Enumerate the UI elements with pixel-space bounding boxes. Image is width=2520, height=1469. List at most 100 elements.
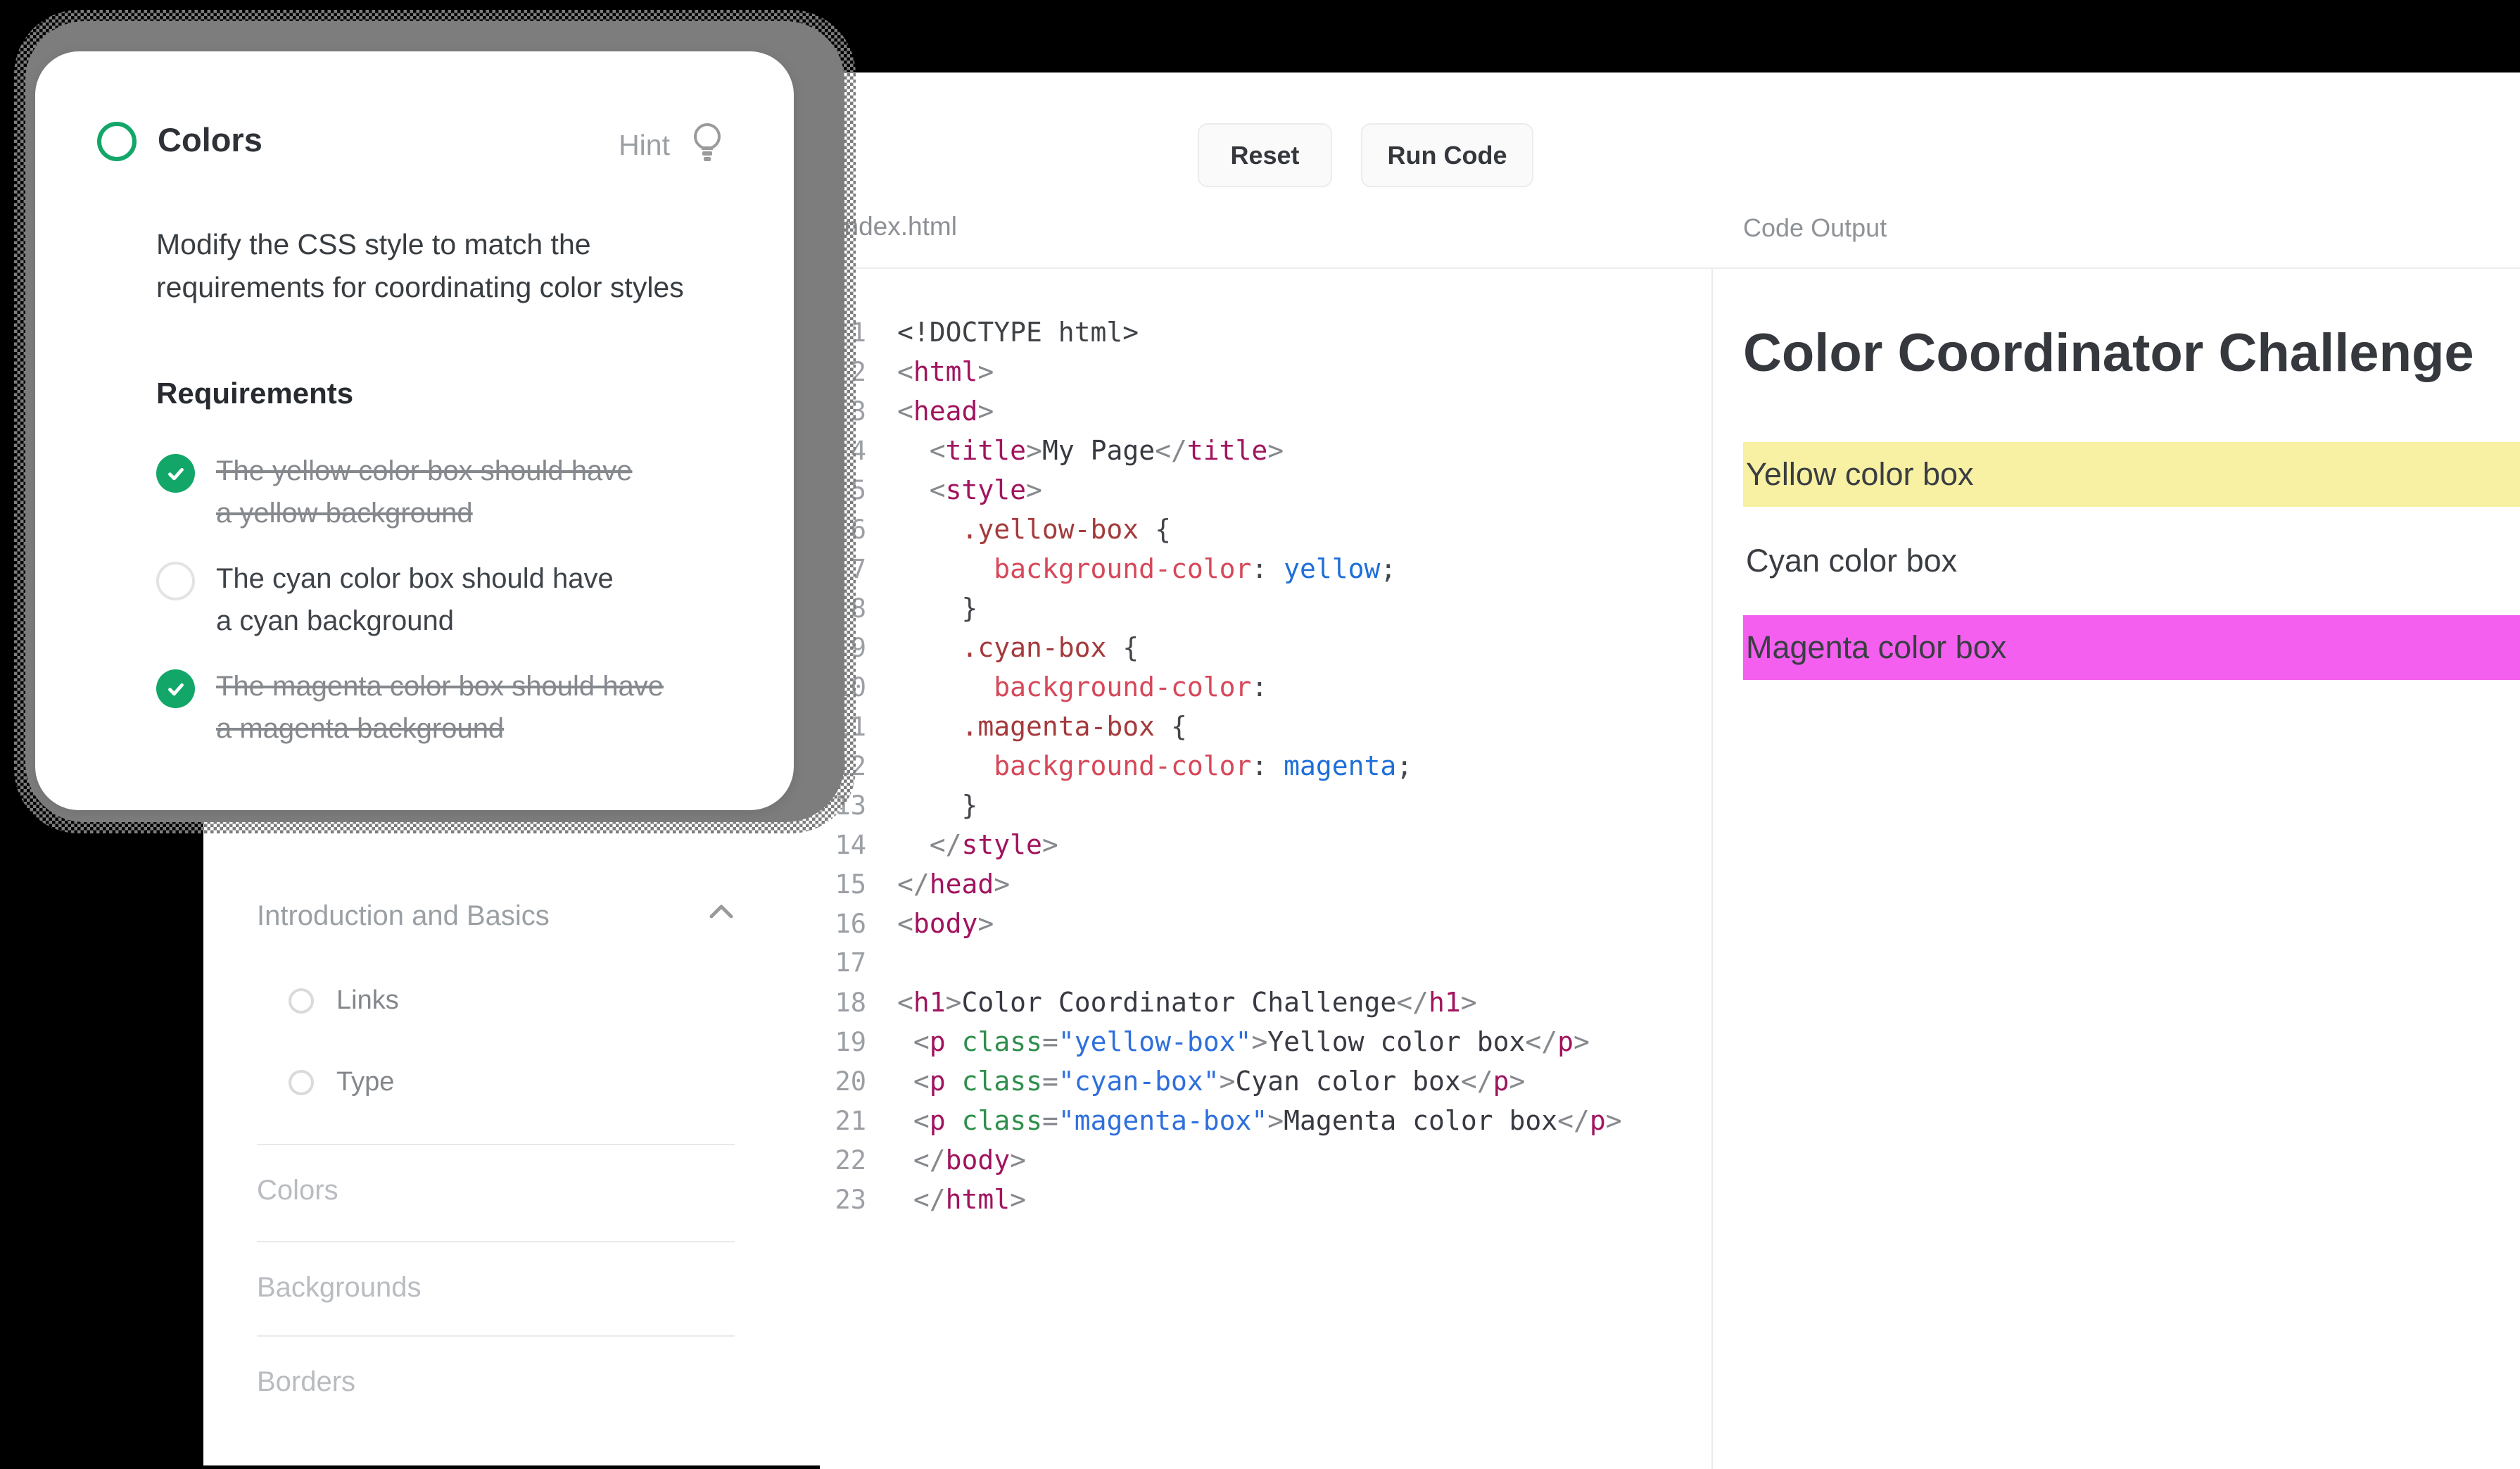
code-token: html xyxy=(913,356,978,387)
code-token: ; xyxy=(1380,553,1396,584)
code-text: <p class="yellow-box">Yellow color box</… xyxy=(897,1022,1590,1061)
sidebar-item-type[interactable]: Type xyxy=(266,1067,394,1097)
code-line[interactable]: 18<h1>Color Coordinator Challenge</h1> xyxy=(820,983,1711,1022)
code-token: < xyxy=(897,908,913,939)
sidebar-group-borders[interactable]: Borders xyxy=(257,1366,355,1398)
code-token: .yellow-box xyxy=(962,514,1139,545)
code-token: head xyxy=(930,869,994,900)
hint-button[interactable]: Hint xyxy=(619,122,723,169)
task-description: Modify the CSS style to match therequire… xyxy=(156,223,790,309)
code-token: > xyxy=(1010,1184,1026,1215)
code-token xyxy=(1106,632,1122,663)
code-token: > xyxy=(1606,1105,1622,1136)
code-token: h1 xyxy=(913,987,946,1018)
code-line[interactable]: 21 <p class="magenta-box">Magenta color … xyxy=(820,1101,1711,1140)
task-description-line: requirements for coordinating color styl… xyxy=(156,266,790,309)
requirement-item[interactable]: The magenta color box should havea magen… xyxy=(156,665,705,750)
code-line[interactable]: 23 </html> xyxy=(820,1180,1711,1219)
code-token xyxy=(897,750,994,781)
code-line[interactable]: 7 background-color: yellow; xyxy=(820,549,1711,588)
code-line[interactable]: 20 <p class="cyan-box">Cyan color box</p… xyxy=(820,1061,1711,1101)
code-token: } xyxy=(962,790,978,821)
code-line[interactable]: 11 .magenta-box { xyxy=(820,707,1711,746)
code-line[interactable]: 13 } xyxy=(820,786,1711,825)
code-token: body xyxy=(913,908,978,939)
code-line[interactable]: 9 .cyan-box { xyxy=(820,628,1711,667)
code-token: background-color xyxy=(994,750,1251,781)
code-token: p xyxy=(1590,1105,1606,1136)
code-token: p xyxy=(1493,1066,1509,1097)
code-token: > xyxy=(1267,435,1284,466)
code-token: < xyxy=(897,987,913,1018)
code-line[interactable]: 2<html> xyxy=(820,352,1711,391)
sidebar-item-label: Links xyxy=(336,985,399,1016)
check-circle-icon xyxy=(156,669,195,708)
sidebar-item-links[interactable]: Links xyxy=(266,985,399,1016)
code-token: > xyxy=(1509,1066,1525,1097)
code-line[interactable]: 4 <title>My Page</title> xyxy=(820,431,1711,470)
reset-button[interactable]: Reset xyxy=(1198,123,1332,187)
code-token: < xyxy=(897,396,913,427)
code-token: p xyxy=(930,1026,946,1057)
code-token: > xyxy=(1267,1105,1284,1136)
requirement-text-line: The cyan color box should have xyxy=(216,557,614,600)
code-line[interactable]: 19 <p class="yellow-box">Yellow color bo… xyxy=(820,1022,1711,1061)
code-line[interactable]: 1<!DOCTYPE html> xyxy=(820,313,1711,352)
code-token xyxy=(897,435,930,466)
code-token: </ xyxy=(1396,987,1429,1018)
code-text: background-color: magenta; xyxy=(897,746,1412,786)
sidebar-item-label: Type xyxy=(336,1067,394,1097)
task-status-circle-icon xyxy=(97,122,137,161)
code-token: : xyxy=(1251,553,1267,584)
code-token: Cyan color box xyxy=(1236,1066,1461,1097)
output-pane: Color Coordinator Challenge Yellow color… xyxy=(1713,269,2520,1469)
code-token: ; xyxy=(1396,750,1412,781)
code-line[interactable]: 17 xyxy=(820,943,1711,983)
sidebar-divider xyxy=(257,1335,735,1337)
code-line[interactable]: 12 background-color: magenta; xyxy=(820,746,1711,786)
code-token: body xyxy=(946,1145,1011,1175)
code-line[interactable]: 8 } xyxy=(820,588,1711,628)
code-token xyxy=(897,1066,913,1097)
code-text: </head> xyxy=(897,864,1010,904)
code-line[interactable]: 15</head> xyxy=(820,864,1711,904)
code-line[interactable]: 10 background-color: xyxy=(820,667,1711,707)
requirement-text: The magenta color box should havea magen… xyxy=(216,665,664,750)
code-line[interactable]: 16<body> xyxy=(820,904,1711,943)
sidebar-divider xyxy=(257,1144,735,1145)
code-line[interactable]: 5 <style> xyxy=(820,470,1711,510)
requirement-item[interactable]: The yellow color box should havea yellow… xyxy=(156,450,705,534)
code-token: > xyxy=(977,396,994,427)
code-line[interactable]: 14 </style> xyxy=(820,825,1711,864)
code-token xyxy=(897,1026,913,1057)
line-number: 18 xyxy=(820,983,866,1023)
run-code-button[interactable]: Run Code xyxy=(1361,123,1533,187)
code-token: Magenta color box xyxy=(1284,1105,1557,1136)
sidebar-group-backgrounds[interactable]: Backgrounds xyxy=(257,1272,421,1304)
code-token: background-color xyxy=(994,553,1251,584)
code-token xyxy=(1267,553,1284,584)
code-token xyxy=(897,553,994,584)
code-text: <head> xyxy=(897,391,994,431)
code-token xyxy=(897,514,962,545)
code-text: <p class="magenta-box">Magenta color box… xyxy=(897,1101,1622,1140)
sidebar-section-introduction-and-basics[interactable]: Introduction and Basics xyxy=(257,900,550,932)
code-token: </ xyxy=(1155,435,1187,466)
code-editor[interactable]: 1<!DOCTYPE html>2<html>3<head>4 <title>M… xyxy=(820,269,1711,1469)
code-token: </ xyxy=(897,869,930,900)
code-token xyxy=(946,1066,962,1097)
code-line[interactable]: 22 </body> xyxy=(820,1140,1711,1180)
code-token: < xyxy=(913,1026,930,1057)
requirement-text-line: The magenta color box should have xyxy=(216,665,664,707)
code-text: } xyxy=(897,786,977,825)
code-line[interactable]: 6 .yellow-box { xyxy=(820,510,1711,549)
code-line[interactable]: 3<head> xyxy=(820,391,1711,431)
chevron-up-icon[interactable] xyxy=(709,903,734,923)
output-color-box: Cyan color box xyxy=(1743,529,2520,593)
sidebar-group-colors[interactable]: Colors xyxy=(257,1175,338,1206)
line-number: 22 xyxy=(820,1141,866,1180)
line-number: 16 xyxy=(820,904,866,944)
output-heading: Color Coordinator Challenge xyxy=(1743,321,2520,385)
requirement-item[interactable]: The cyan color box should havea cyan bac… xyxy=(156,557,705,642)
radio-circle-icon xyxy=(289,1070,314,1095)
